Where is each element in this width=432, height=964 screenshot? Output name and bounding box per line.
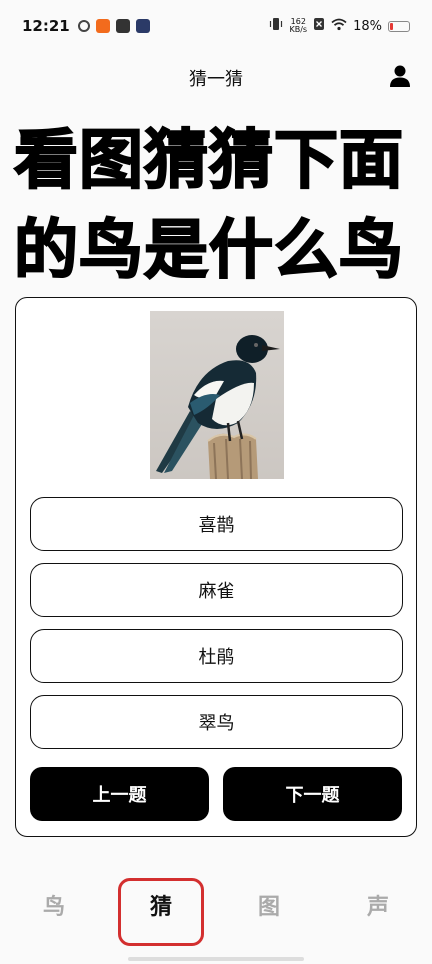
status-right: 162 KB/s 18% xyxy=(269,17,410,35)
user-icon[interactable] xyxy=(388,64,412,88)
quiz-card: 喜鹊 麻雀 杜鹃 翠鸟 上一题 下一题 xyxy=(15,297,417,837)
vibrate-icon xyxy=(269,17,283,35)
status-bar: 12:21 162 KB/s 18% xyxy=(0,0,432,52)
play-app-icon xyxy=(135,19,150,33)
tab-bird[interactable]: 鸟 xyxy=(24,880,84,930)
net-speed-unit: KB/s xyxy=(289,25,308,34)
bottom-tab-bar: 鸟 猜 图 声 xyxy=(0,872,432,946)
previous-question-button[interactable]: 上一题 xyxy=(30,767,209,821)
option-button-4[interactable]: 翠鸟 xyxy=(30,695,403,749)
app-header: 猜一猜 xyxy=(0,55,432,99)
tab-sound[interactable]: 声 xyxy=(348,880,408,930)
tab-guess[interactable]: 猜 xyxy=(131,880,191,930)
option-button-1[interactable]: 喜鹊 xyxy=(30,497,403,551)
option-button-3[interactable]: 杜鹃 xyxy=(30,629,403,683)
status-time: 12:21 xyxy=(22,17,70,35)
bird-photo xyxy=(150,311,284,479)
net-speed: 162 KB/s xyxy=(289,18,307,34)
wifi-icon xyxy=(331,18,347,35)
sim-off-icon xyxy=(313,17,325,35)
tab-picture[interactable]: 图 xyxy=(239,880,299,930)
battery-text: 18% xyxy=(353,18,382,34)
battery-level xyxy=(390,22,393,30)
quiz-heading: 看图猜猜下面 的鸟是什么鸟 xyxy=(13,123,404,289)
app-screen: 12:21 162 KB/s 18% 猜一猜 看图猜猜下面 的鸟是什么鸟 喜鹊 … xyxy=(0,0,432,964)
mail-app-icon xyxy=(115,19,130,33)
next-question-button[interactable]: 下一题 xyxy=(223,767,402,821)
battery-icon xyxy=(388,20,410,32)
sync-app-icon xyxy=(77,20,90,32)
page-title: 猜一猜 xyxy=(189,69,243,90)
orange-app-icon xyxy=(95,19,110,33)
option-button-2[interactable]: 麻雀 xyxy=(30,563,403,617)
home-indicator[interactable] xyxy=(128,957,304,961)
status-left: 12:21 xyxy=(22,17,150,35)
